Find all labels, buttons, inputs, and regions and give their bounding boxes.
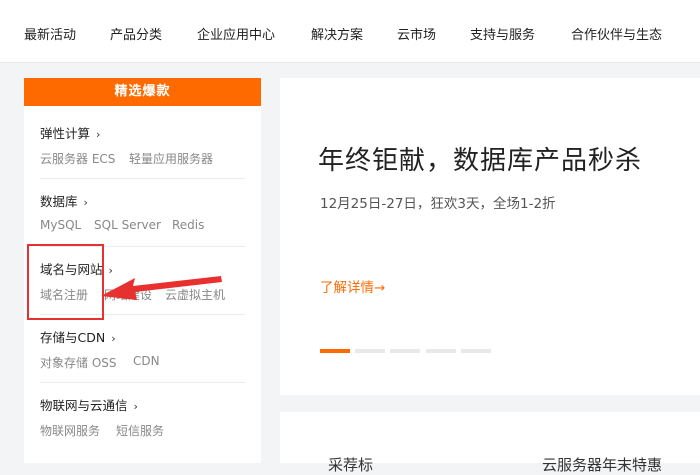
banner-subtitle: 12月25日-27日，狂欢3天，全场1-2折	[320, 196, 556, 212]
learn-more-link[interactable]: 了解详情→	[320, 276, 385, 296]
carousel-dot[interactable]	[461, 349, 491, 353]
featured-sidebar: 精选爆款 弹性计算 › 云服务器 ECS 轻量应用服务器 数据库 › MySQL S…	[24, 78, 261, 463]
carousel-dot[interactable]	[390, 349, 420, 353]
nav-item-latest-activity[interactable]: 最新活动	[24, 24, 76, 43]
sub-link-lightweight-server[interactable]: 轻量应用服务器	[129, 150, 213, 167]
nav-item-cloud-market[interactable]: 云市场	[397, 24, 436, 43]
sub-link-domain-registration[interactable]: 域名注册	[40, 286, 88, 303]
category-label: 数据库	[40, 194, 78, 209]
category-divider	[40, 382, 245, 383]
learn-more-label: 了解详情	[320, 280, 374, 296]
sub-link-virtual-host[interactable]: 云虚拟主机	[165, 286, 225, 303]
carousel-dot-active[interactable]	[320, 349, 350, 353]
sub-link-redis[interactable]: Redis	[172, 218, 204, 232]
chevron-right-icon: ›	[96, 128, 101, 141]
sub-link-oss[interactable]: 对象存储 OSS	[40, 354, 117, 371]
category-database[interactable]: 数据库 ›	[40, 191, 88, 210]
sub-link-ecs[interactable]: 云服务器 ECS	[40, 150, 115, 167]
category-iot-communication[interactable]: 物联网与云通信 ›	[40, 395, 138, 414]
category-label: 弹性计算	[40, 126, 91, 141]
sub-link-iot-service[interactable]: 物联网服务	[40, 422, 100, 439]
category-elastic-computing[interactable]: 弹性计算 ›	[40, 123, 100, 142]
nav-item-solutions[interactable]: 解决方案	[311, 24, 363, 43]
category-divider	[40, 314, 245, 315]
nav-item-partners-ecosystem[interactable]: 合作伙伴与生态	[571, 24, 662, 43]
category-label: 物联网与云通信	[40, 398, 128, 413]
card2-left-text: 采荐标	[328, 456, 374, 474]
category-divider	[40, 178, 245, 179]
sub-link-mysql[interactable]: MySQL	[40, 218, 81, 232]
chevron-right-icon: ›	[108, 264, 113, 277]
top-navigation: 最新活动 产品分类 企业应用中心 解决方案 云市场 支持与服务 合作伙伴与生态	[0, 0, 700, 63]
chevron-right-icon: ›	[133, 400, 138, 413]
category-label: 存储与CDN	[40, 330, 106, 345]
category-divider	[40, 246, 245, 247]
secondary-promo-card[interactable]: 采荐标 云服务器年末特惠	[280, 412, 700, 474]
chevron-right-icon: ›	[83, 196, 88, 209]
category-label: 域名与网站	[40, 262, 103, 277]
nav-item-enterprise-app-center[interactable]: 企业应用中心	[197, 24, 275, 43]
carousel-dot[interactable]	[355, 349, 385, 353]
chevron-right-icon: ›	[111, 332, 116, 345]
nav-item-support-services[interactable]: 支持与服务	[470, 24, 535, 43]
category-storage-cdn[interactable]: 存储与CDN ›	[40, 327, 116, 346]
category-domain-website[interactable]: 域名与网站 ›	[40, 259, 113, 278]
promo-banner: 年终钜献，数据库产品秒杀 12月25日-27日，狂欢3天，全场1-2折 了解详情…	[280, 78, 700, 395]
sub-link-website-building[interactable]: 网站建设	[104, 286, 152, 303]
sidebar-header: 精选爆款	[24, 78, 261, 106]
arrow-right-icon: →	[374, 280, 386, 296]
sub-link-sms-service[interactable]: 短信服务	[116, 422, 164, 439]
card2-right-text: 云服务器年末特惠	[542, 456, 663, 474]
nav-item-product-categories[interactable]: 产品分类	[110, 24, 162, 43]
banner-title: 年终钜献，数据库产品秒杀	[318, 146, 643, 176]
sub-link-sql-server[interactable]: SQL Server	[94, 218, 161, 232]
carousel-dot[interactable]	[426, 349, 456, 353]
sub-link-cdn[interactable]: CDN	[133, 354, 160, 368]
